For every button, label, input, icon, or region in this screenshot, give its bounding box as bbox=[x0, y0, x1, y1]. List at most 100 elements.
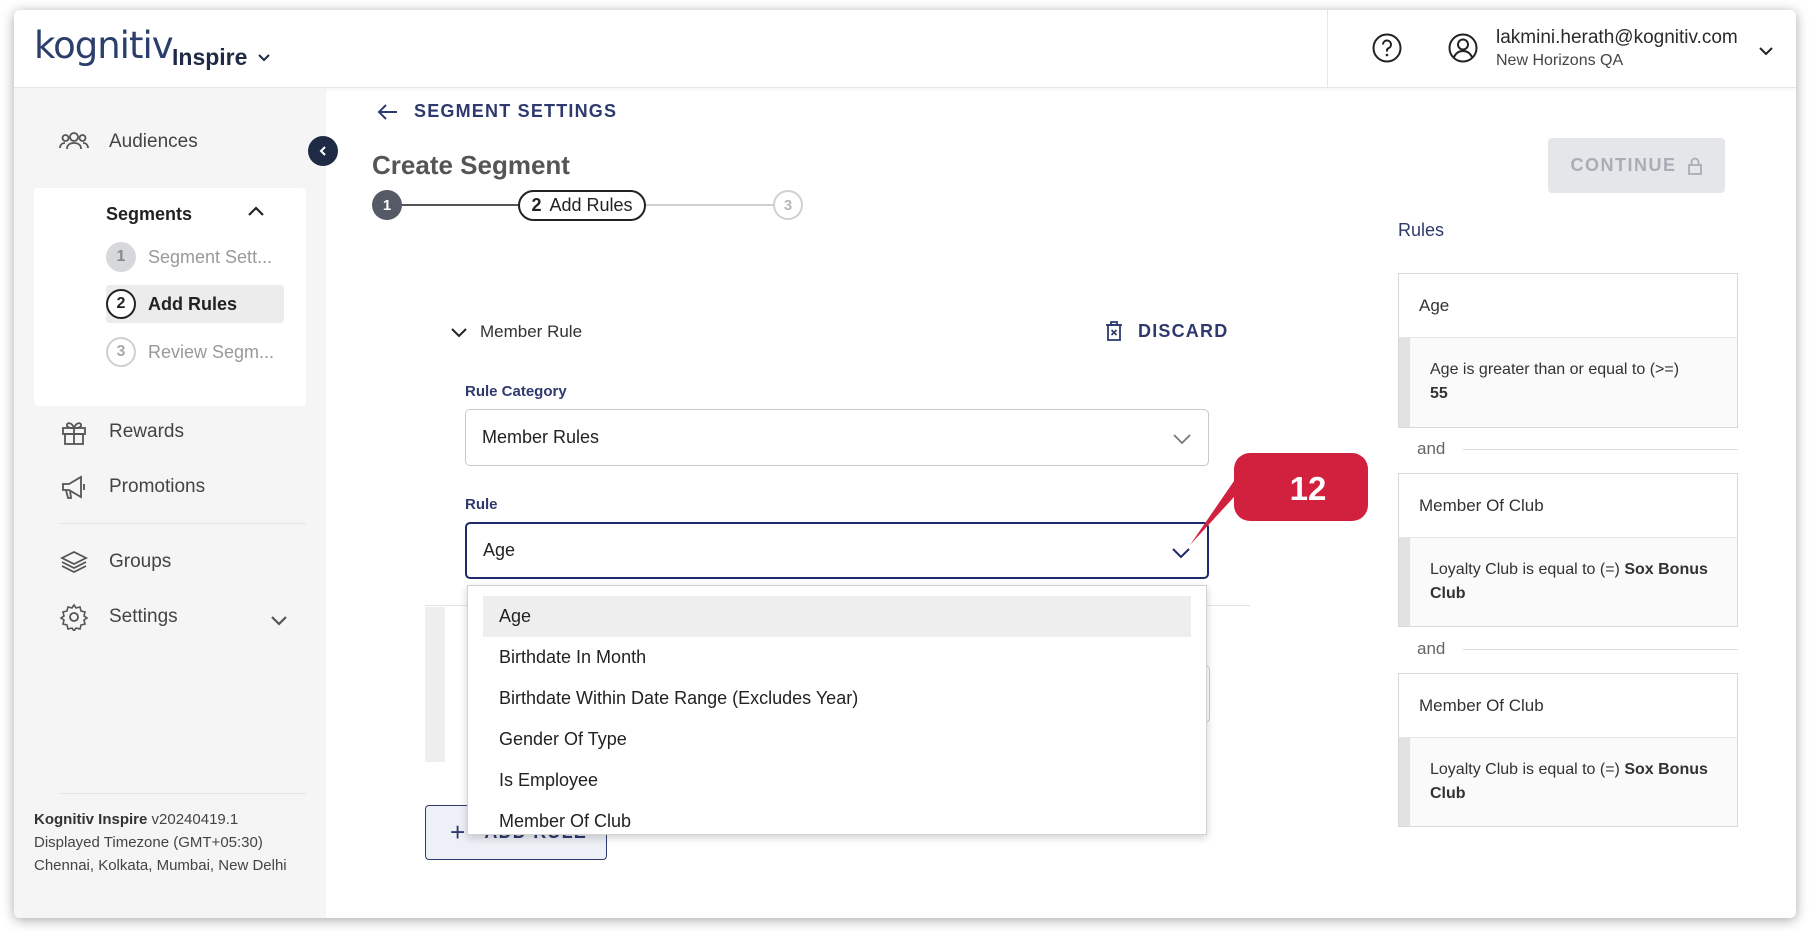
chevron-left-icon bbox=[319, 146, 326, 156]
gift-icon bbox=[62, 422, 86, 445]
version-info: Kognitiv Inspire v20240419.1 Displayed T… bbox=[34, 808, 287, 877]
step-label: Segment Sett... bbox=[148, 246, 273, 267]
collapse-sidebar-button[interactable] bbox=[308, 136, 338, 166]
rule-summary-head: Age bbox=[1399, 274, 1737, 338]
dropdown-option[interactable]: Age bbox=[483, 596, 1191, 637]
continue-label: CONTINUE bbox=[1570, 155, 1677, 175]
rule-label: Rule bbox=[465, 496, 498, 513]
rule-category-value: Member Rules bbox=[482, 427, 600, 447]
app-name: Inspire bbox=[172, 44, 248, 70]
rule-value: Age bbox=[483, 540, 516, 560]
header-divider bbox=[1327, 10, 1328, 88]
dropdown-option[interactable]: Birthdate Within Date Range (Excludes Ye… bbox=[468, 678, 1206, 719]
rule-category-select[interactable]: Member Rules bbox=[465, 409, 1209, 466]
stepper-step-1: 1 bbox=[372, 190, 402, 220]
layers-icon bbox=[59, 550, 89, 574]
gear-icon bbox=[59, 603, 89, 631]
dropdown-option[interactable]: Birthdate In Month bbox=[468, 637, 1206, 678]
rule-summary-value: 55 bbox=[1430, 385, 1448, 402]
product-name: Kognitiv Inspire bbox=[34, 811, 148, 828]
rule-summary-text: Loyalty Club is equal to (=) bbox=[1430, 761, 1620, 778]
stepper-step-2: 2 Add Rules bbox=[518, 190, 646, 221]
chevron-up-icon[interactable] bbox=[246, 202, 266, 222]
dropdown-option[interactable]: Member Of Club bbox=[468, 801, 1206, 834]
sidebar-item-rewards[interactable]: Rewards bbox=[59, 418, 184, 446]
audiences-icon bbox=[59, 132, 89, 150]
and-separator: and bbox=[1417, 639, 1738, 659]
sidebar-label-audiences: Audiences bbox=[109, 131, 198, 152]
rule-summary-head: Member Of Club bbox=[1399, 474, 1737, 538]
and-separator: and bbox=[1417, 439, 1738, 459]
top-header: kognitiv Inspire lakmini.herath@kognitiv… bbox=[14, 10, 1796, 88]
rule-select[interactable]: Age bbox=[465, 522, 1209, 579]
step-label: Add Rules bbox=[148, 293, 238, 314]
sidebar-step-review-segment[interactable]: 3 Review Segm... bbox=[106, 333, 284, 371]
step-number: 2 bbox=[106, 289, 136, 319]
back-arrow-icon[interactable] bbox=[376, 100, 400, 124]
user-org: New Horizons QA bbox=[1496, 52, 1624, 69]
sidebar-item-segments[interactable]: Segments bbox=[106, 204, 192, 225]
sidebar-step-segment-settings[interactable]: 1 Segment Sett... bbox=[106, 238, 284, 276]
rules-panel-title: Rules bbox=[1398, 220, 1445, 240]
sidebar-step-add-rules[interactable]: 2 Add Rules bbox=[106, 285, 284, 323]
nested-rule-panel bbox=[425, 607, 445, 762]
rule-summary-text: Age is greater than or equal to (>=) bbox=[1430, 361, 1680, 378]
rule-dropdown-menu[interactable]: Age Birthdate In Month Birthdate Within … bbox=[467, 585, 1207, 835]
sidebar-divider bbox=[59, 523, 306, 524]
chevron-down-icon bbox=[258, 53, 271, 61]
sidebar-item-audiences[interactable]: Audiences bbox=[59, 128, 198, 156]
and-label: and bbox=[1417, 439, 1446, 458]
member-rule-toggle[interactable]: Member Rule bbox=[450, 322, 582, 342]
stepper-connector bbox=[642, 204, 775, 206]
sidebar-label-promotions: Promotions bbox=[109, 476, 206, 497]
stepper-connector bbox=[400, 204, 525, 206]
sidebar-divider bbox=[59, 793, 306, 794]
sidebar: Audiences Segments 1 Segment Sett... 2 A… bbox=[14, 88, 326, 918]
kognitiv-logo[interactable]: kognitiv bbox=[34, 24, 174, 67]
rule-summary-card: Member Of Club Loyalty Club is equal to … bbox=[1398, 673, 1738, 827]
dropdown-option[interactable]: Is Employee bbox=[468, 760, 1206, 801]
page-title: Create Segment bbox=[372, 150, 570, 180]
rule-summary-body: Loyalty Club is equal to (=) Sox Bonus C… bbox=[1399, 738, 1737, 826]
rule-summary-card: Member Of Club Loyalty Club is equal to … bbox=[1398, 473, 1738, 627]
timezone-label: Displayed Timezone (GMT+05:30) bbox=[34, 834, 263, 851]
continue-button[interactable]: CONTINUE bbox=[1548, 138, 1725, 193]
help-icon[interactable] bbox=[1371, 32, 1403, 64]
sidebar-item-settings[interactable]: Settings bbox=[59, 603, 178, 631]
discard-button[interactable]: DISCARD bbox=[1104, 320, 1228, 342]
plus-icon: + bbox=[450, 817, 467, 847]
timezone-cities: Chennai, Kolkata, Mumbai, New Delhi bbox=[34, 857, 287, 874]
user-avatar-icon[interactable] bbox=[1447, 32, 1479, 64]
sidebar-item-groups[interactable]: Groups bbox=[59, 548, 171, 576]
user-menu-chevron-icon[interactable] bbox=[1757, 42, 1775, 60]
and-label: and bbox=[1417, 639, 1446, 658]
stepper-step-label: Add Rules bbox=[549, 195, 633, 215]
trash-icon bbox=[1106, 321, 1122, 341]
rule-summary-head: Member Of Club bbox=[1399, 674, 1737, 738]
sidebar-item-promotions[interactable]: Promotions bbox=[59, 473, 205, 501]
step-number: 3 bbox=[106, 337, 136, 367]
rule-summary-text: Loyalty Club is equal to (=) bbox=[1430, 561, 1620, 578]
user-email: lakmini.herath@kognitiv.com bbox=[1496, 27, 1738, 48]
stepper-step-3: 3 bbox=[773, 190, 803, 220]
back-to-segment-settings-link[interactable]: SEGMENT SETTINGS bbox=[414, 101, 617, 122]
chevron-down-icon bbox=[1173, 434, 1191, 445]
sidebar-label-groups: Groups bbox=[109, 551, 172, 572]
chevron-down-icon bbox=[451, 328, 467, 338]
segments-panel: Segments 1 Segment Sett... 2 Add Rules 3… bbox=[34, 188, 306, 406]
step-label: Review Segm... bbox=[148, 341, 275, 362]
member-rule-label: Member Rule bbox=[480, 322, 583, 341]
version-number: v20240419.1 bbox=[151, 811, 239, 828]
rule-category-label: Rule Category bbox=[465, 383, 567, 400]
dropdown-option[interactable]: Gender Of Type bbox=[468, 719, 1206, 760]
app-switcher[interactable]: Inspire bbox=[172, 44, 271, 71]
sidebar-label-settings: Settings bbox=[109, 606, 178, 627]
callout-number: 12 bbox=[1289, 470, 1327, 507]
rule-summary-body: Loyalty Club is equal to (=) Sox Bonus C… bbox=[1399, 538, 1737, 626]
megaphone-icon bbox=[62, 475, 85, 499]
discard-label: DISCARD bbox=[1138, 320, 1229, 341]
lock-icon bbox=[1687, 157, 1702, 175]
rule-summary-card: Age Age is greater than or equal to (>=)… bbox=[1398, 273, 1738, 428]
chevron-down-icon[interactable] bbox=[268, 610, 290, 632]
step-number: 1 bbox=[106, 242, 136, 272]
